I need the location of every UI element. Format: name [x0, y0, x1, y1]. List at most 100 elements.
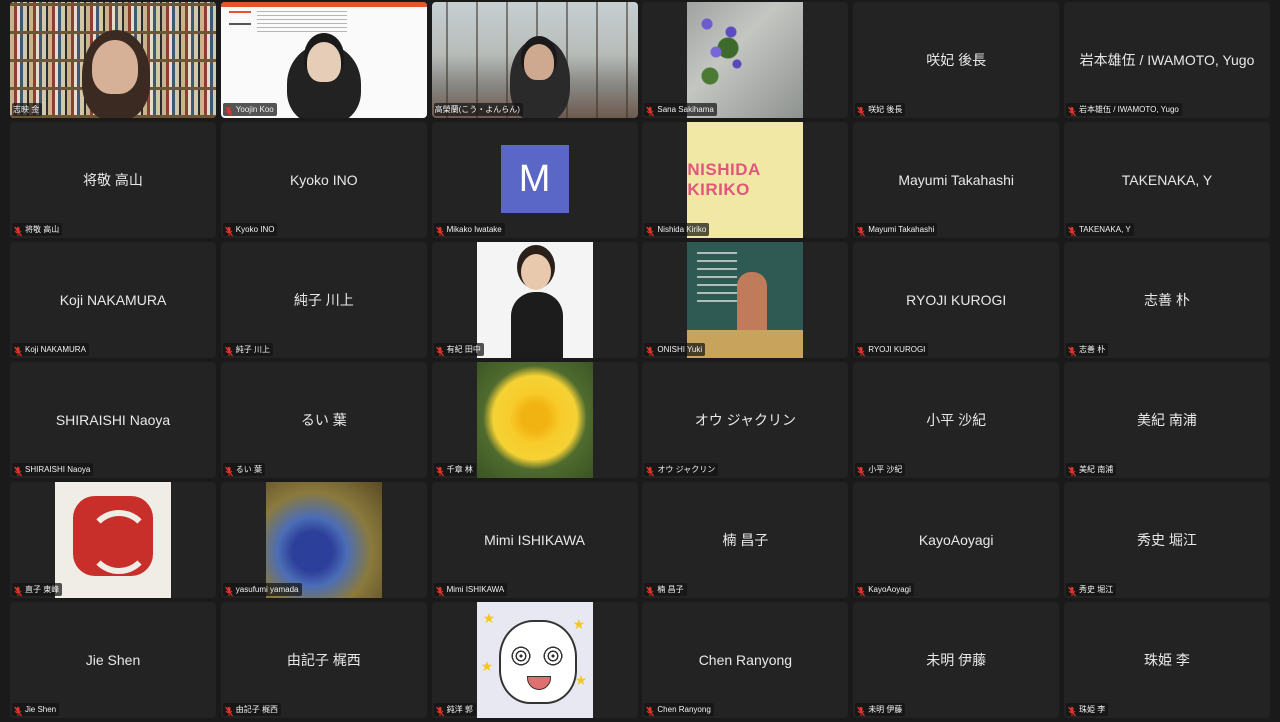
- participant-display-name: 将敬 高山: [83, 172, 143, 188]
- video-tile[interactable]: るい 葉 るい 葉: [220, 362, 427, 478]
- participant-display-name: 咲妃 後長: [926, 52, 987, 68]
- muted-mic-icon: [1067, 224, 1077, 237]
- participant-name-label: Mikako Iwatake: [433, 223, 505, 237]
- participant-name: 志映 金: [13, 105, 40, 114]
- video-tile[interactable]: Sana Sakihama: [642, 2, 849, 118]
- participant-display-name: 由記子 梶西: [286, 652, 361, 668]
- video-tile[interactable]: Jie Shen Jie Shen: [10, 602, 216, 718]
- participant-video: [220, 2, 427, 118]
- participant-name: Sana Sakihama: [657, 105, 714, 114]
- video-tile[interactable]: Koji NAKAMURA Koji NAKAMURA: [10, 242, 216, 358]
- participant-name: 高榮蘭(こう・よんらん): [434, 105, 520, 114]
- video-tile[interactable]: Chen Ranyong Chen Ranyong: [642, 602, 849, 718]
- participant-name-label: 岩本雄伍 / IWAMOTO, Yugo: [1065, 103, 1182, 117]
- video-tile[interactable]: 由記子 梶西 由記子 梶西: [220, 602, 427, 718]
- participant-name: 未明 伊藤: [868, 705, 903, 714]
- participant-display-name: 楠 昌子: [722, 532, 769, 548]
- video-tile[interactable]: TAKENAKA, Y TAKENAKA, Y: [1063, 122, 1270, 238]
- participant-name-label: 純子 川上: [222, 343, 274, 357]
- video-tile[interactable]: 岩本雄伍 / IWAMOTO, Yugo 岩本雄伍 / IWAMOTO, Yug…: [1063, 2, 1270, 118]
- participant-name: 秀史 堀江: [1078, 585, 1114, 594]
- participant-name-label: オウ ジャクリン: [644, 463, 719, 477]
- participant-image: ★ ★ ★ ★: [476, 602, 593, 718]
- video-tile[interactable]: Mimi ISHIKAWA Mimi ISHIKAWA: [431, 482, 638, 598]
- muted-mic-icon: [856, 464, 866, 477]
- video-tile[interactable]: 直子 東峰: [10, 482, 216, 598]
- video-tile[interactable]: 千章 林: [431, 362, 638, 478]
- muted-mic-icon: [645, 224, 655, 237]
- video-tile[interactable]: オウ ジャクリン オウ ジャクリン: [642, 362, 849, 478]
- participant-display-name: Kyoko INO: [289, 172, 358, 188]
- participant-name-label: Sana Sakihama: [644, 103, 717, 117]
- muted-mic-icon: [224, 584, 234, 597]
- participant-name-label: Nishida Kiriko: [644, 223, 710, 237]
- video-tile[interactable]: 有紀 田中: [431, 242, 638, 358]
- video-tile[interactable]: 未明 伊藤 未明 伊藤: [853, 602, 1060, 718]
- participant-display-name: 未明 伊藤: [926, 652, 987, 668]
- video-tile[interactable]: 純子 川上 純子 川上: [220, 242, 427, 358]
- participant-display-name: Chen Ranyong: [698, 652, 793, 668]
- video-tile[interactable]: 小平 沙紀 小平 沙紀: [853, 362, 1060, 478]
- participant-name-label: Koji NAKAMURA: [12, 343, 89, 357]
- participant-name-label: Chen Ranyong: [644, 703, 714, 717]
- muted-mic-icon: [1067, 464, 1077, 477]
- video-tile[interactable]: ONISHI Yuki: [642, 242, 849, 358]
- video-tile[interactable]: Yoojin Koo: [220, 2, 427, 118]
- video-tile[interactable]: 将敬 高山 将敬 高山: [10, 122, 216, 238]
- participant-name: 楠 昌子: [657, 585, 684, 594]
- participant-display-name: KayoAoyagi: [918, 532, 994, 548]
- video-tile[interactable]: KayoAoyagi KayoAoyagi: [853, 482, 1060, 598]
- video-tile[interactable]: 珠姫 李 珠姫 李: [1063, 602, 1270, 718]
- video-tile[interactable]: 咲妃 後長 咲妃 後長: [853, 2, 1060, 118]
- video-tile[interactable]: 楠 昌子 楠 昌子: [642, 482, 849, 598]
- participant-name-label: yasufumi yamada: [222, 583, 302, 597]
- muted-mic-icon: [224, 224, 234, 237]
- participant-name: TAKENAKA, Y: [1078, 225, 1131, 234]
- participant-name-label: 志善 朴: [1065, 343, 1109, 357]
- video-tile[interactable]: ★ ★ ★ ★ 鈍洋 郭: [431, 602, 638, 718]
- participant-display-name: Koji NAKAMURA: [59, 292, 167, 308]
- muted-mic-icon: [645, 584, 655, 597]
- video-tile[interactable]: yasufumi yamada: [220, 482, 427, 598]
- muted-mic-icon: [856, 224, 866, 237]
- video-tile[interactable]: SHIRAISHI Naoya SHIRAISHI Naoya: [10, 362, 216, 478]
- participant-name-label: 秀史 堀江: [1065, 583, 1117, 597]
- video-tile[interactable]: 秀史 堀江 秀史 堀江: [1063, 482, 1270, 598]
- participant-name: Mikako Iwatake: [446, 225, 502, 234]
- muted-mic-icon: [1067, 104, 1077, 117]
- participant-image: [55, 482, 171, 598]
- muted-mic-icon: [645, 104, 655, 117]
- participant-name: るい 葉: [235, 465, 263, 474]
- participant-name: 純子 川上: [235, 345, 271, 354]
- video-tile[interactable]: Kyoko INO Kyoko INO: [220, 122, 427, 238]
- participant-image: NISHIDA KIRIKO: [687, 122, 804, 238]
- muted-mic-icon: [435, 464, 445, 477]
- participant-name-label: 直子 東峰: [12, 583, 63, 597]
- participant-name: オウ ジャクリン: [657, 465, 716, 474]
- muted-mic-icon: [435, 224, 445, 237]
- video-tile[interactable]: Mayumi Takahashi Mayumi Takahashi: [853, 122, 1060, 238]
- muted-mic-icon: [224, 704, 234, 717]
- video-tile[interactable]: RYOJI KUROGI RYOJI KUROGI: [853, 242, 1060, 358]
- muted-mic-icon: [13, 344, 23, 357]
- participant-name: Nishida Kiriko: [657, 225, 707, 234]
- muted-mic-icon: [435, 704, 445, 717]
- participant-name-label: 千章 林: [433, 463, 476, 477]
- participant-name: RYOJI KUROGI: [868, 345, 926, 354]
- video-tile[interactable]: 志映 金: [10, 2, 216, 118]
- participant-name: Mimi ISHIKAWA: [446, 585, 505, 594]
- participant-name: 小平 沙紀: [868, 465, 903, 474]
- participant-name-label: 志映 金: [12, 103, 43, 116]
- video-tile[interactable]: NISHIDA KIRIKO Nishida Kiriko: [642, 122, 849, 238]
- participant-name-label: ONISHI Yuki: [644, 343, 706, 357]
- video-tile[interactable]: 高榮蘭(こう・よんらん): [431, 2, 638, 118]
- video-tile[interactable]: M Mikako Iwatake: [431, 122, 638, 238]
- video-tile[interactable]: 美紀 南浦 美紀 南浦: [1063, 362, 1270, 478]
- muted-mic-icon: [224, 464, 234, 477]
- participant-name-label: KayoAoyagi: [855, 583, 914, 597]
- participant-name: Mayumi Takahashi: [868, 225, 935, 234]
- video-tile[interactable]: 志善 朴 志善 朴: [1063, 242, 1270, 358]
- muted-mic-icon: [856, 104, 866, 117]
- muted-mic-icon: [224, 344, 234, 357]
- muted-mic-icon: [645, 464, 655, 477]
